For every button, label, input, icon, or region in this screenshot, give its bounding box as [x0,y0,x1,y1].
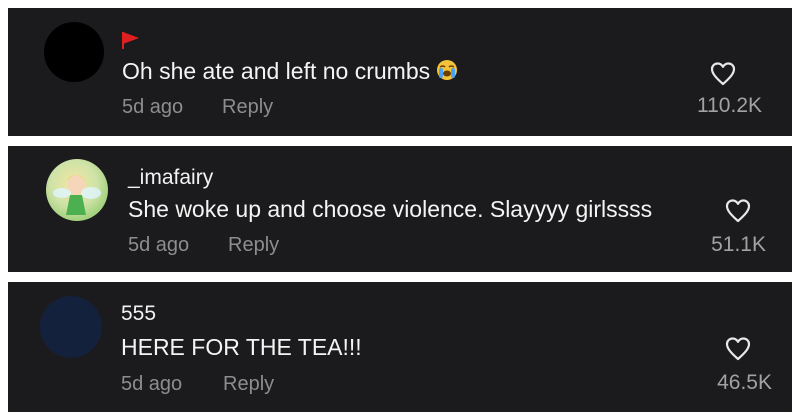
like-count: 110.2K [697,94,762,117]
avatar[interactable] [46,159,108,221]
avatar[interactable] [44,22,104,82]
reply-button[interactable]: Reply [228,234,279,257]
comment-username[interactable]: _imafairy [128,166,213,190]
comment-age: 5d ago [128,234,190,256]
reply-button[interactable]: Reply [222,96,273,119]
red-flag-icon [122,32,139,49]
comment-text: She woke up and choose violence. Slayyyy… [128,196,653,222]
comment-card: Oh she ate and left no crumbs 5d ago Rep… [8,8,792,136]
reply-button[interactable]: Reply [223,373,274,396]
loudly-crying-face-icon [437,60,458,80]
avatar[interactable] [40,296,102,358]
comment-card: _imafairy She woke up and choose violenc… [8,146,792,272]
like-count: 51.1K [711,233,766,256]
comment-text: Oh she ate and left no crumbs [122,58,458,85]
heart-icon[interactable] [724,198,752,224]
like-count: 46.5K [717,371,772,394]
heart-icon[interactable] [709,61,737,87]
comment-card: 555 HERE FOR THE TEA!!! 5d ago Reply 46.… [8,282,792,412]
fairy-avatar-icon [53,175,101,215]
comment-username[interactable]: 555 [121,302,156,326]
comment-age: 5d ago [121,373,183,395]
heart-icon[interactable] [724,336,752,362]
comment-text: HERE FOR THE TEA!!! [121,334,362,360]
comment-age: 5d ago [122,96,184,118]
